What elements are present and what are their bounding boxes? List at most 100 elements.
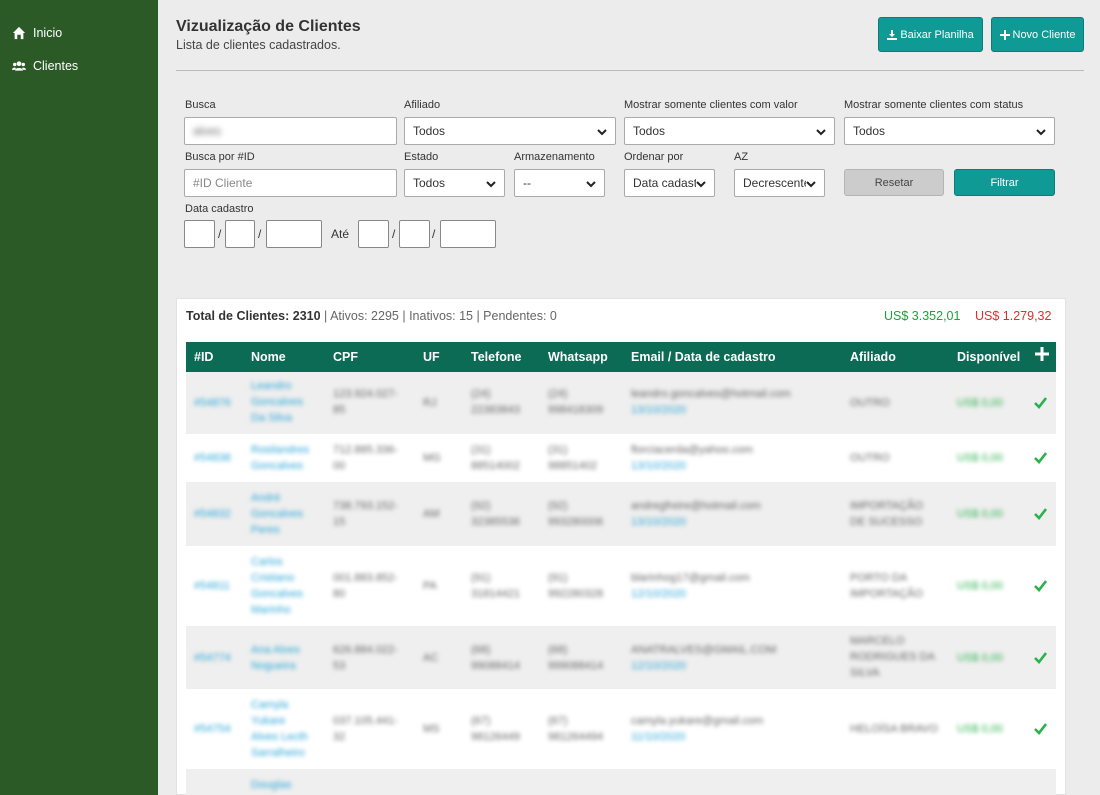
estado-label: Estado	[404, 151, 439, 163]
check-icon[interactable]	[1034, 507, 1048, 520]
download-label: Baixar Planilha	[900, 28, 974, 41]
sidebar-item-label: Inicio	[33, 25, 63, 40]
client-uf: MS	[423, 723, 440, 735]
client-phone: (67) 98126449	[471, 715, 520, 743]
col-header-id[interactable]: #ID	[194, 350, 213, 364]
client-available: US$ 0,00	[957, 723, 1003, 735]
sidebar-item-label: Clientes	[33, 58, 79, 73]
chevron-down-icon	[696, 178, 706, 188]
date-to-year-input[interactable]	[440, 220, 496, 248]
col-header-telefone[interactable]: Telefone	[471, 350, 521, 364]
date-separator: /	[258, 227, 262, 241]
col-header-whatsapp[interactable]: Whatsapp	[548, 350, 608, 364]
table-row[interactable]: #54876 Leandro Goncalves Da Silva 123.92…	[186, 372, 1056, 434]
client-uf: AC	[423, 652, 439, 664]
plus-icon	[999, 29, 1010, 40]
clients-summary: Total de Clientes: 2310 | Ativos: 2295 |…	[186, 309, 557, 323]
date-separator: /	[392, 227, 396, 241]
col-header-cpf[interactable]: CPF	[333, 350, 358, 364]
client-cpf: 037.105.441- 32	[333, 715, 398, 743]
col-header-email[interactable]: Email / Data de cadastro	[631, 350, 776, 364]
client-id-link[interactable]: #54876	[194, 395, 231, 411]
check-icon[interactable]	[1034, 579, 1048, 592]
client-name-link[interactable]: André Goncalves Peres	[251, 490, 303, 538]
client-id-link[interactable]: #54838	[194, 450, 231, 466]
client-id-link[interactable]: #54832	[194, 506, 231, 522]
date-separator: /	[432, 227, 436, 241]
client-available: US$ 0,00	[957, 452, 1003, 464]
client-phone: (31) 88514002	[471, 444, 520, 472]
client-cpf: 123.924.027- 85	[333, 388, 398, 416]
status-label: Mostrar somente clientes com status	[844, 99, 1024, 111]
plus-icon[interactable]	[1035, 347, 1049, 361]
client-uf: AM	[423, 508, 440, 520]
afiliado-select[interactable]: Todos	[404, 117, 616, 145]
table-row[interactable]: Douglas	[186, 769, 1056, 795]
date-from-month-input[interactable]	[225, 220, 255, 248]
date-to-day-input[interactable]	[358, 220, 389, 248]
client-id-link[interactable]: #54774	[194, 650, 231, 666]
chevron-down-icon	[816, 126, 826, 136]
col-header-uf[interactable]: UF	[423, 350, 440, 364]
col-header-afiliado[interactable]: Afiliado	[850, 350, 896, 364]
az-select[interactable]: Decrescente	[734, 169, 825, 197]
armazenamento-label: Armazenamento	[514, 151, 595, 163]
client-whatsapp: (67) 981264494	[548, 715, 604, 743]
date-to-month-input[interactable]	[399, 220, 430, 248]
client-date: 12/10/2020	[631, 588, 687, 600]
valor-select[interactable]: Todos	[624, 117, 835, 145]
afiliado-label: Afiliado	[404, 99, 441, 111]
download-spreadsheet-button[interactable]: Baixar Planilha	[878, 17, 983, 52]
ordenar-select[interactable]: Data cadastro	[624, 169, 715, 197]
estado-select-value: Todos	[413, 176, 446, 190]
users-icon	[11, 59, 27, 73]
reset-button[interactable]: Resetar	[844, 169, 944, 196]
client-name-link[interactable]: Ana Alves Nogueira	[251, 642, 300, 674]
client-phone: (92) 32385536	[471, 500, 520, 528]
check-icon[interactable]	[1034, 722, 1048, 735]
client-available: US$ 0,00	[957, 397, 1003, 409]
table-row[interactable]: #54811 Carlos Cristiano Goncalves Marinh…	[186, 546, 1056, 626]
client-id-link[interactable]: #54811	[194, 578, 230, 594]
az-label: AZ	[734, 151, 749, 163]
col-header-disponivel[interactable]: Disponível	[957, 350, 1020, 364]
client-name-link[interactable]: Carlos Cristiano Goncalves Marinho	[251, 554, 303, 618]
table-row[interactable]: #54838 Rosilandres Goncalves 712.885.336…	[186, 434, 1056, 482]
client-affiliate: MARCELO RODRIGUES DA SILVA	[850, 635, 935, 679]
filter-button[interactable]: Filtrar	[954, 169, 1055, 196]
id-search-input[interactable]: #ID Cliente	[184, 169, 397, 197]
table-row[interactable]: #54774 Ana Alves Nogueira 626.884.022- 5…	[186, 626, 1056, 689]
check-icon[interactable]	[1034, 651, 1048, 664]
id-search-placeholder: #ID Cliente	[193, 176, 253, 190]
client-name-link[interactable]: Camyla Yukare Alves Lecth Sarralheiro	[251, 697, 308, 761]
sidebar-item-inicio[interactable]: Inicio	[0, 16, 158, 49]
client-date: 12/10/2020	[631, 660, 687, 672]
sidebar-item-clientes[interactable]: Clientes	[0, 49, 158, 82]
new-client-button[interactable]: Novo Cliente	[991, 17, 1084, 52]
sidebar: Inicio Clientes	[0, 0, 158, 795]
date-from-day-input[interactable]	[184, 220, 215, 248]
table-row[interactable]: #54832 André Goncalves Peres 738.793.152…	[186, 482, 1056, 546]
date-from-year-input[interactable]	[266, 220, 322, 248]
page-title: Vizualização de Clientes	[176, 18, 361, 35]
status-select[interactable]: Todos	[844, 117, 1055, 145]
client-name-link[interactable]: Douglas	[251, 777, 291, 793]
table-row[interactable]: #54754 Camyla Yukare Alves Lecth Sarralh…	[186, 689, 1056, 769]
armazenamento-select[interactable]: --	[514, 169, 605, 197]
total-label: Total de Clientes:	[186, 309, 290, 323]
search-input[interactable]: alves	[184, 117, 397, 145]
client-uf: MG	[423, 452, 441, 464]
client-cpf: 001.883.852- 80	[333, 572, 398, 600]
col-header-nome[interactable]: Nome	[251, 350, 286, 364]
estado-select[interactable]: Todos	[404, 169, 505, 197]
chevron-down-icon	[806, 178, 816, 188]
check-icon[interactable]	[1034, 451, 1048, 464]
chevron-down-icon	[486, 178, 496, 188]
check-icon[interactable]	[1034, 396, 1048, 409]
client-name-link[interactable]: Rosilandres Goncalves	[251, 442, 309, 474]
download-icon	[887, 29, 898, 40]
busca-label: Busca	[185, 99, 216, 111]
client-name-link[interactable]: Leandro Goncalves Da Silva	[251, 378, 303, 426]
date-separator: /	[218, 227, 222, 241]
client-id-link[interactable]: #54754	[194, 721, 231, 737]
